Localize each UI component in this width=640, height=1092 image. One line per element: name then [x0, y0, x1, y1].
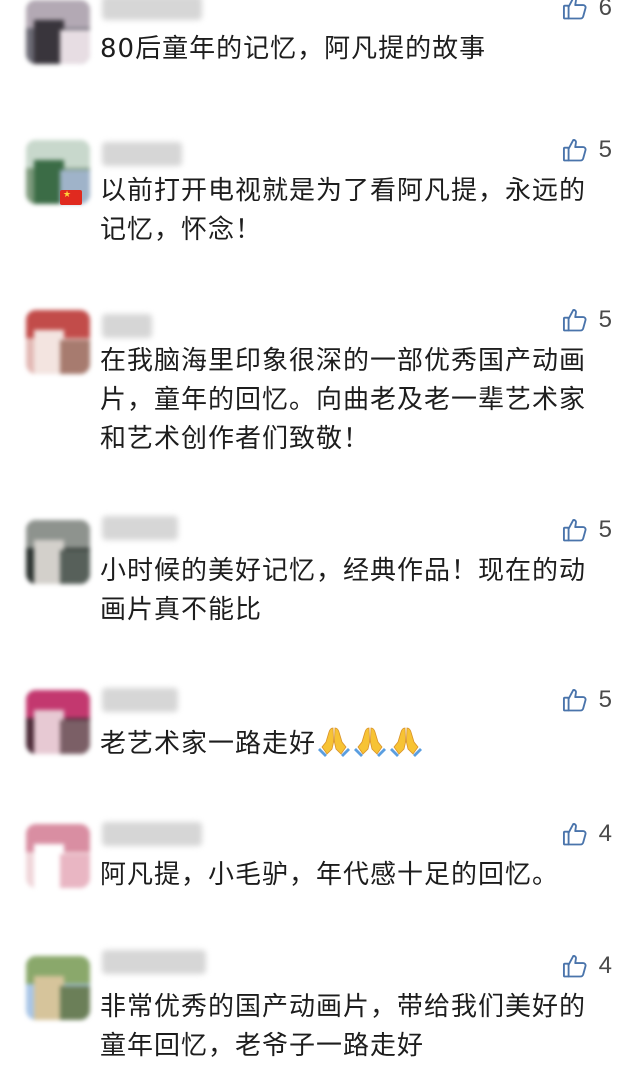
avatar[interactable]: [26, 520, 90, 584]
like-count: 6: [598, 0, 612, 21]
avatar[interactable]: [26, 956, 90, 1020]
username[interactable]: [102, 822, 202, 846]
comment-text-content: 在我脑海里印象很深的一部优秀国产动画片，童年的回忆。向曲老及老一辈艺术家和艺术创…: [100, 346, 587, 454]
comment-text: 以前打开电视就是为了看阿凡提，永远的记忆，怀念！: [100, 172, 604, 250]
avatar[interactable]: [26, 310, 90, 374]
comment-text-content: 非常优秀的国产动画片，带给我们美好的童年回忆，老爷子一路走好: [100, 992, 587, 1061]
thumbs-up-icon: [561, 820, 589, 848]
avatar[interactable]: [26, 0, 90, 64]
thumbs-up-icon: [561, 952, 589, 980]
avatar[interactable]: [26, 690, 90, 754]
username[interactable]: [102, 950, 206, 974]
comment-text: 在我脑海里印象很深的一部优秀国产动画片，童年的回忆。向曲老及老一辈艺术家和艺术创…: [100, 342, 604, 459]
like-button[interactable]: 5: [561, 304, 612, 336]
like-button[interactable]: 5: [561, 684, 612, 716]
thumbs-up-icon: [561, 306, 589, 334]
comment-text-content: 老艺术家一路走好: [100, 729, 317, 759]
comment-text: 阿凡提，小毛驴，年代感十足的回忆。: [100, 856, 604, 895]
folded-hands-emoji-icon: [316, 722, 352, 758]
comment-text-content: 阿凡提，小毛驴，年代感十足的回忆。: [100, 860, 560, 890]
username[interactable]: [102, 0, 202, 20]
comment-text-content: 小时候的美好记忆，经典作品！现在的动画片真不能比: [100, 556, 587, 625]
comment-text: 80后童年的记忆，阿凡提的故事: [100, 30, 604, 69]
like-button[interactable]: 5: [561, 514, 612, 546]
thumbs-up-icon: [561, 0, 589, 22]
comment-text-content: 以前打开电视就是为了看阿凡提，永远的记忆，怀念！: [100, 176, 587, 245]
comment-feed: 6 80后童年的记忆，阿凡提的故事 ★ 5 以前打开电视就是为了看阿凡提，永远的记忆，…: [0, 0, 640, 1092]
comment-text: 老艺术家一路走好: [100, 722, 604, 764]
folded-hands-emoji-icon: [388, 722, 424, 758]
thumbs-up-icon: [561, 686, 589, 714]
like-count: 5: [598, 516, 612, 543]
username[interactable]: [102, 516, 178, 540]
china-flag-icon: ★: [60, 190, 82, 205]
like-button[interactable]: 4: [561, 818, 612, 850]
like-count: 5: [598, 136, 612, 163]
like-button[interactable]: 5: [561, 134, 612, 166]
like-count: 4: [598, 952, 612, 979]
username[interactable]: [102, 142, 182, 166]
like-count: 5: [598, 686, 612, 713]
username[interactable]: [102, 314, 152, 338]
like-button[interactable]: 4: [561, 950, 612, 982]
comment-text: 非常优秀的国产动画片，带给我们美好的童年回忆，老爷子一路走好: [100, 988, 604, 1066]
thumbs-up-icon: [561, 516, 589, 544]
like-count: 5: [598, 306, 612, 333]
comment-text-content: 80后童年的记忆，阿凡提的故事: [100, 34, 487, 64]
comment-text: 小时候的美好记忆，经典作品！现在的动画片真不能比: [100, 552, 604, 630]
thumbs-up-icon: [561, 136, 589, 164]
username[interactable]: [102, 688, 178, 712]
like-button[interactable]: 6: [561, 0, 612, 24]
avatar[interactable]: [26, 824, 90, 888]
like-count: 4: [598, 820, 612, 847]
folded-hands-emoji-icon: [352, 722, 388, 758]
